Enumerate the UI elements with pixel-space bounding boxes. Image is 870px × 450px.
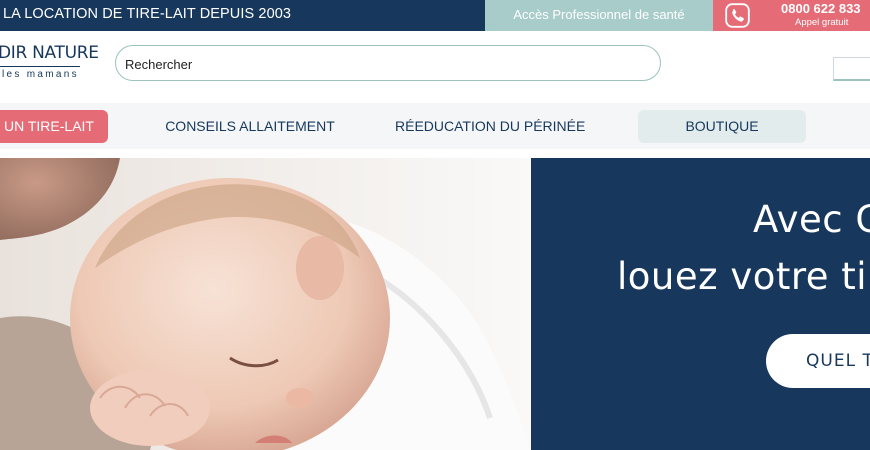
sleeping-baby-image bbox=[0, 158, 531, 450]
logo[interactable]: DIR NATURE les mamans bbox=[0, 40, 99, 85]
logo-divider bbox=[0, 66, 80, 67]
logo-title: DIR NATURE bbox=[0, 43, 99, 63]
search-input[interactable] bbox=[123, 46, 647, 82]
hero-panel: Avec G louez votre tire QUEL T bbox=[531, 158, 870, 450]
professional-access-link[interactable]: Accès Professionnel de santé bbox=[485, 0, 713, 31]
nav-item-shop[interactable]: BOUTIQUE bbox=[638, 110, 806, 143]
nav-item-rent-breast-pump[interactable]: UN TIRE-LAIT bbox=[0, 110, 108, 143]
tagline: LA LOCATION DE TIRE-LAIT DEPUIS 2003 bbox=[3, 6, 292, 22]
hero-cta-button[interactable]: QUEL T bbox=[766, 334, 870, 388]
logo-subtitle: les mamans bbox=[2, 69, 79, 80]
phone-icon bbox=[725, 3, 750, 28]
hero-image bbox=[0, 158, 531, 450]
nav-item-breastfeeding-tips[interactable]: CONSEILS ALLAITEMENT bbox=[163, 110, 337, 143]
cart-button[interactable] bbox=[833, 57, 870, 81]
hero-headline-line2: louez votre tire bbox=[617, 255, 870, 298]
main-nav: UN TIRE-LAIT CONSEILS ALLAITEMENT RÉEDUC… bbox=[0, 103, 870, 149]
phone-note: Appel gratuit bbox=[795, 17, 849, 28]
phone-contact[interactable]: 0800 622 833 Appel gratuit bbox=[713, 0, 870, 31]
search-bar[interactable] bbox=[115, 45, 661, 82]
phone-number: 0800 622 833 bbox=[781, 1, 861, 16]
hero-headline-line1: Avec G bbox=[753, 198, 870, 241]
top-bar: LA LOCATION DE TIRE-LAIT DEPUIS 2003 Acc… bbox=[0, 0, 870, 31]
nav-item-perineum-reeducation[interactable]: RÉEDUCATION DU PÉRINÉE bbox=[395, 110, 585, 143]
